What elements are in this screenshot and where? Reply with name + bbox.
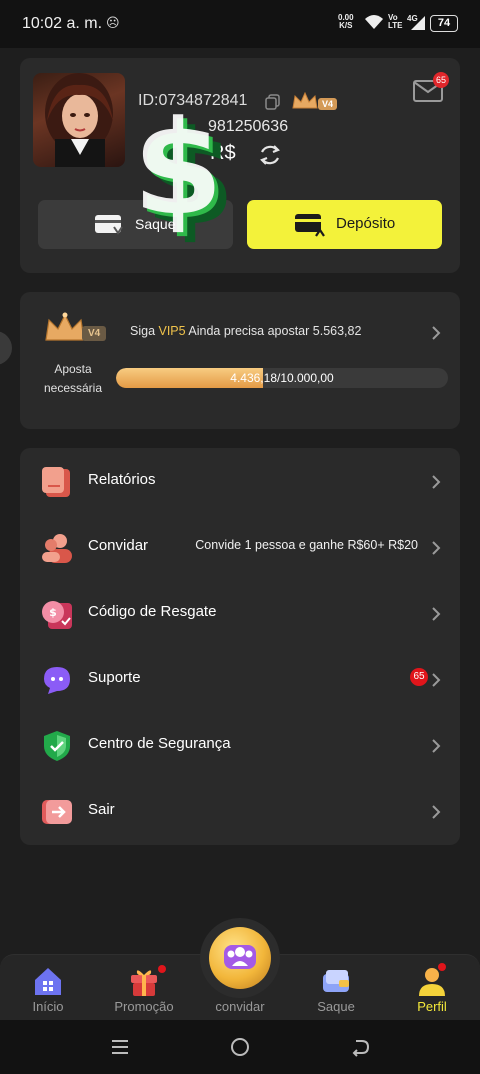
chevron-right-icon bbox=[432, 805, 441, 819]
vip-next-level: VIP5 bbox=[158, 324, 186, 338]
menu-card: Relatórios Convidar Convide 1 pessoa e g… bbox=[20, 448, 460, 845]
menu-item-support[interactable]: Suporte 65 bbox=[20, 646, 460, 712]
chevron-right-icon bbox=[432, 326, 441, 340]
support-unread-badge: 65 bbox=[410, 668, 428, 686]
volte-indicator: Vo LTE bbox=[388, 14, 403, 30]
gift-icon bbox=[131, 970, 157, 996]
vip-level-badge: V4 bbox=[318, 98, 338, 110]
profile-card: ID:0734872841 V4 981250636 R$ 65 Saque D… bbox=[20, 58, 460, 273]
nav-promotion[interactable]: Promoção bbox=[96, 955, 192, 1021]
deposit-button[interactable]: Depósito bbox=[247, 200, 442, 249]
withdraw-card-icon bbox=[95, 215, 123, 235]
chevron-right-icon bbox=[432, 739, 441, 753]
menu-item-label: Sair bbox=[88, 801, 115, 818]
vip-text-suffix: Ainda precisa apostar 5.563,82 bbox=[185, 324, 362, 338]
svg-text:$: $ bbox=[133, 103, 223, 243]
svg-text:$: $ bbox=[49, 606, 57, 619]
ghost-icon: ☹ bbox=[106, 15, 120, 30]
signal-bars-icon bbox=[411, 16, 425, 30]
shield-icon bbox=[44, 731, 70, 761]
menu-item-reports[interactable]: Relatórios bbox=[20, 448, 460, 514]
vip-card[interactable]: V4 Aposta necessária Siga VIP5 Ainda pre… bbox=[20, 292, 460, 429]
home-icon bbox=[35, 968, 61, 995]
vip-progress-bar: 4.436,18/10.000,00 bbox=[116, 368, 448, 388]
profile-dot bbox=[438, 963, 446, 971]
status-bar: 10:02 a. m. ☹ 0.00 K/S Vo LTE 4G 74 bbox=[0, 0, 480, 48]
crown-icon bbox=[292, 92, 318, 109]
redeem-code-icon: $ bbox=[42, 601, 72, 629]
wifi-icon bbox=[365, 15, 383, 29]
menu-item-label: Centro de Segurança bbox=[88, 735, 231, 752]
menu-item-label: Suporte bbox=[88, 669, 141, 686]
bet-required-line-2: necessária bbox=[43, 381, 103, 395]
invite-promo-text: Convide 1 pessoa e ganhe R$60+ R$20 bbox=[195, 538, 418, 552]
system-nav-bar bbox=[0, 1020, 480, 1074]
battery-indicator: 74 bbox=[430, 15, 458, 32]
home-circle-icon[interactable] bbox=[230, 1037, 250, 1057]
vip-crown-icon bbox=[45, 312, 85, 341]
menu-item-label: Relatórios bbox=[88, 471, 156, 488]
deposit-card-icon bbox=[295, 214, 325, 237]
nav-home-label: Início bbox=[32, 999, 64, 1014]
mail-badge: 65 bbox=[433, 72, 449, 88]
nav-profile-label: Perfil bbox=[417, 999, 447, 1014]
nav-home[interactable]: Início bbox=[0, 955, 96, 1021]
volte-bottom-label: LTE bbox=[388, 21, 403, 30]
floating-side-tab[interactable] bbox=[0, 331, 12, 365]
vip-next-level-text: Siga VIP5 Ainda precisa apostar 5.563,82 bbox=[130, 324, 361, 338]
bet-required-line-1: Aposta bbox=[54, 362, 92, 376]
dollar-sign-overlay-icon: $ $ $ bbox=[133, 103, 235, 243]
invite-center-circle bbox=[209, 927, 271, 989]
menu-item-invite[interactable]: Convidar Convide 1 pessoa e ganhe R$60+ … bbox=[20, 514, 460, 580]
logout-icon bbox=[42, 800, 72, 824]
promotion-dot bbox=[158, 965, 166, 973]
avatar[interactable] bbox=[33, 73, 125, 167]
app-content: ID:0734872841 V4 981250636 R$ 65 Saque D… bbox=[0, 48, 480, 1020]
invite-group-icon bbox=[224, 945, 256, 969]
net-speed-unit: K/S bbox=[339, 21, 353, 30]
back-icon[interactable] bbox=[350, 1037, 370, 1057]
chevron-right-icon bbox=[432, 607, 441, 621]
menu-item-logout[interactable]: Sair bbox=[20, 778, 460, 844]
menu-item-security-center[interactable]: Centro de Segurança bbox=[20, 712, 460, 778]
nav-invite-label: convidar bbox=[215, 999, 265, 1014]
nav-profile[interactable]: Perfil bbox=[384, 955, 480, 1021]
invite-center-button[interactable] bbox=[200, 918, 280, 998]
wallet-icon bbox=[323, 970, 349, 992]
invite-people-icon bbox=[42, 534, 72, 563]
support-chat-icon bbox=[44, 667, 70, 694]
chevron-right-icon bbox=[432, 541, 441, 555]
status-time: 10:02 a. m. bbox=[22, 15, 103, 32]
net-speed: 0.00 K/S bbox=[338, 14, 354, 30]
chevron-right-icon bbox=[432, 673, 441, 687]
nav-withdraw-label: Saque bbox=[317, 999, 355, 1014]
menu-item-label: Convidar bbox=[88, 537, 149, 554]
vip-text-prefix: Siga bbox=[130, 324, 159, 338]
bet-required-label: Aposta necessária bbox=[30, 360, 116, 398]
deposit-label: Depósito bbox=[336, 215, 396, 232]
menu-item-label: Código de Resgate bbox=[88, 603, 217, 620]
chevron-right-icon bbox=[432, 475, 441, 489]
copy-icon[interactable] bbox=[265, 94, 281, 110]
refresh-icon[interactable] bbox=[257, 142, 283, 168]
menu-recent-apps-icon[interactable] bbox=[110, 1037, 130, 1057]
vip-progress-text: 4.436,18/10.000,00 bbox=[230, 371, 334, 385]
vip-badge: V4 bbox=[82, 326, 107, 341]
menu-item-redeem-code[interactable]: $ Código de Resgate bbox=[20, 580, 460, 646]
report-icon bbox=[42, 467, 70, 497]
nav-promotion-label: Promoção bbox=[114, 999, 174, 1014]
nav-withdraw[interactable]: Saque bbox=[288, 955, 384, 1021]
